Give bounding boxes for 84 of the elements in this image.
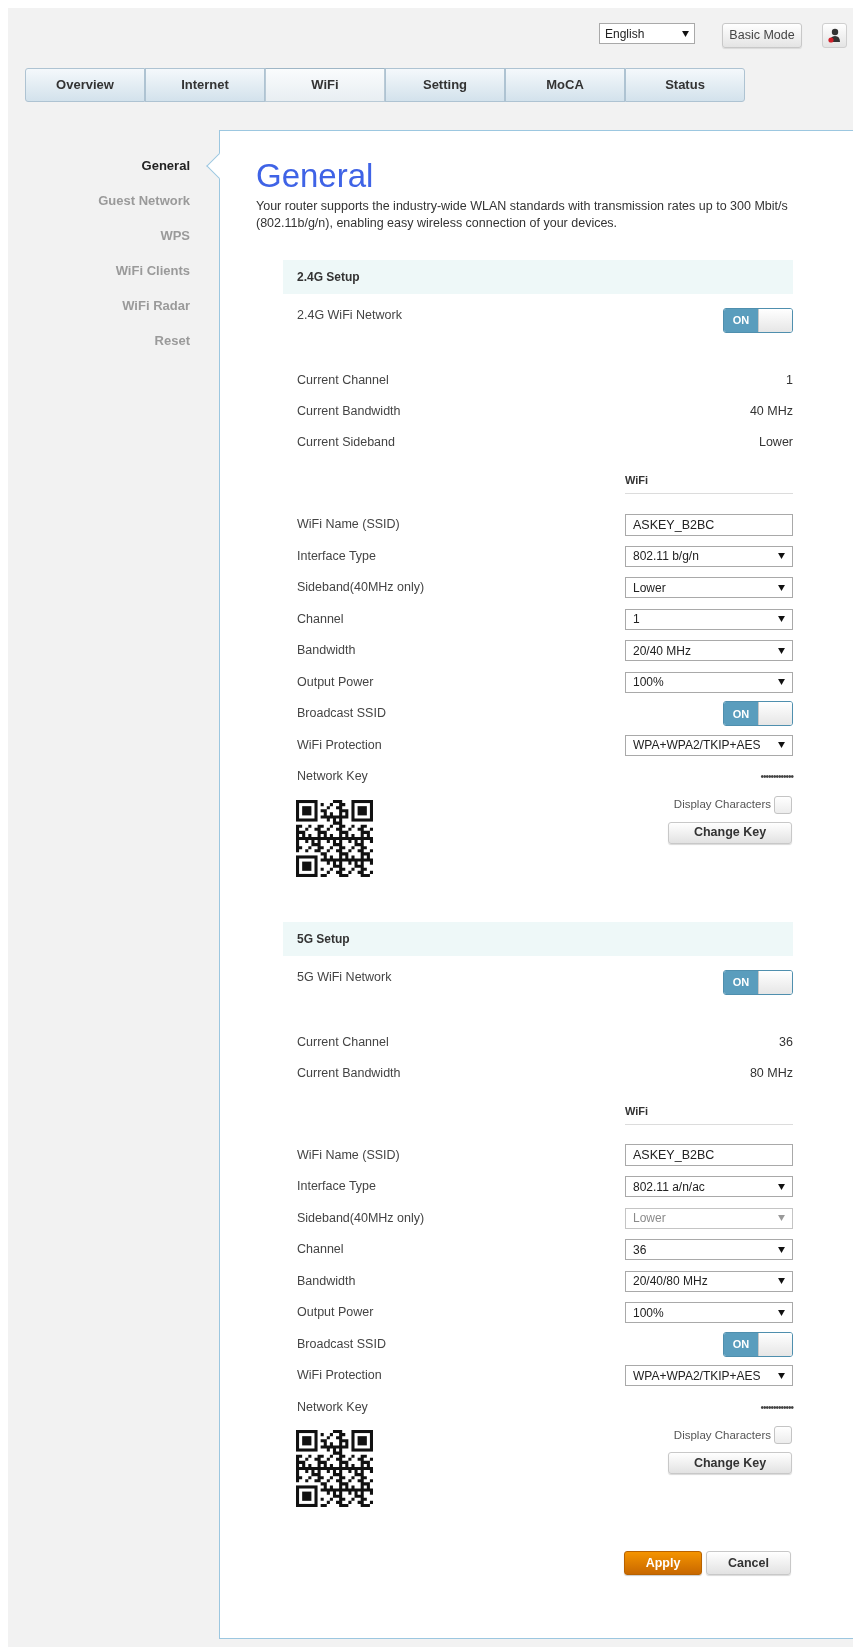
field-label: Interface Type — [297, 547, 376, 565]
dropdown[interactable]: 1 — [625, 608, 793, 630]
field-label: Channel — [297, 610, 344, 628]
field-label: Current Bandwidth — [297, 403, 401, 421]
subheading: WiFi — [625, 474, 649, 486]
page-description: Your router supports the industry-wide WLAN standards with transmission rates up to 300 Mbit/s (802.11b/g/n), enabling easy wireless connection of your devices. — [256, 198, 789, 232]
nav-tab[interactable]: Internet — [145, 68, 265, 102]
dropdown[interactable]: 100% — [625, 1302, 793, 1324]
caret-icon — [778, 1246, 785, 1253]
field-label: 2.4G WiFi Network — [297, 308, 402, 323]
caret-icon — [778, 584, 785, 591]
checkbox-label: Display Characters — [673, 797, 771, 813]
caret-icon — [778, 1372, 785, 1379]
field-label: Bandwidth — [297, 642, 356, 660]
caret-icon — [682, 30, 689, 37]
page-title: General — [256, 156, 375, 196]
caret-icon — [778, 1278, 785, 1285]
field-label: Current Bandwidth — [297, 1064, 401, 1082]
status-value: Lower — [758, 434, 793, 452]
dropdown[interactable]: WPA+WPA2/TKIP+AES — [625, 734, 793, 756]
field-label: Broadcast SSID — [297, 1335, 386, 1353]
status-value: 36 — [779, 1033, 793, 1051]
language-select[interactable]: English — [599, 23, 695, 44]
nav-tab[interactable]: Setting — [385, 68, 505, 102]
field-label: Network Key — [297, 1398, 368, 1416]
checkbox[interactable] — [774, 795, 792, 814]
nav-tab[interactable]: Overview — [25, 68, 145, 102]
checkbox[interactable] — [774, 1426, 792, 1444]
sidebar-item[interactable]: General — [141, 157, 190, 192]
change-key-button[interactable]: Change Key — [668, 1452, 792, 1474]
status-value: 1 — [786, 372, 793, 390]
field-label: Current Sideband — [297, 434, 395, 452]
caret-icon — [778, 679, 785, 686]
field-label: Network Key — [297, 768, 368, 786]
cancel-button[interactable]: Cancel — [706, 1551, 791, 1575]
dropdown[interactable]: WPA+WPA2/TKIP+AES — [625, 1365, 793, 1387]
section-header: 2.4G Setup — [283, 260, 793, 294]
text-input[interactable]: ASKEY_B2BC — [625, 1144, 793, 1167]
field-label: Bandwidth — [297, 1272, 356, 1290]
user-icon — [826, 27, 843, 44]
field-label: WiFi Protection — [297, 1367, 382, 1385]
key-value: ••••••••••••• — [760, 770, 793, 785]
caret-icon — [778, 1309, 785, 1316]
field-label: Sideband(40MHz only) — [297, 1209, 425, 1227]
caret-icon — [778, 1215, 785, 1222]
dropdown[interactable]: 100% — [625, 671, 793, 693]
nav-tab[interactable]: Status — [625, 68, 745, 102]
field-label: Sideband(40MHz only) — [297, 579, 425, 597]
field-label: 5G WiFi Network — [297, 969, 392, 985]
field-label: Current Channel — [297, 372, 389, 390]
user-button[interactable] — [822, 23, 847, 48]
caret-icon — [778, 1183, 785, 1190]
change-key-button[interactable]: Change Key — [668, 821, 792, 844]
dropdown[interactable]: 802.11 b/g/n — [625, 545, 793, 567]
field-label: WiFi Protection — [297, 736, 382, 754]
caret-icon — [778, 616, 785, 623]
qr-code-icon — [296, 1430, 373, 1507]
field-label: WiFi Name (SSID) — [297, 516, 400, 534]
dropdown[interactable]: 20/40 MHz — [625, 640, 793, 662]
qr-code-icon — [296, 799, 373, 877]
status-value: 40 MHz — [749, 403, 793, 421]
key-value: ••••••••••••• — [760, 1400, 793, 1415]
field-label: Current Channel — [297, 1033, 389, 1051]
field-label: Interface Type — [297, 1178, 376, 1196]
mode-button[interactable]: Basic Mode — [722, 23, 802, 48]
nav-tab[interactable]: MoCA — [505, 68, 625, 102]
text-input[interactable]: ASKEY_B2BC — [625, 513, 793, 536]
caret-icon — [778, 742, 785, 749]
subheading: WiFi — [625, 1104, 649, 1117]
nav-tab[interactable]: WiFi — [265, 68, 385, 102]
checkbox-label: Display Characters — [673, 1427, 771, 1443]
field-label: Channel — [297, 1241, 344, 1259]
section-header: 5G Setup — [283, 921, 793, 956]
status-value: 80 MHz — [749, 1064, 793, 1082]
caret-icon — [778, 553, 785, 560]
dropdown[interactable]: 802.11 a/n/ac — [625, 1176, 793, 1198]
field-label: Output Power — [297, 673, 374, 691]
field-label: Broadcast SSID — [297, 705, 386, 723]
dropdown[interactable]: Lower — [625, 577, 793, 599]
dropdown[interactable]: 20/40/80 MHz — [625, 1270, 793, 1292]
field-label: WiFi Name (SSID) — [297, 1146, 400, 1164]
dropdown[interactable]: 36 — [625, 1239, 793, 1261]
caret-icon — [778, 647, 785, 654]
field-label: Output Power — [297, 1304, 374, 1322]
